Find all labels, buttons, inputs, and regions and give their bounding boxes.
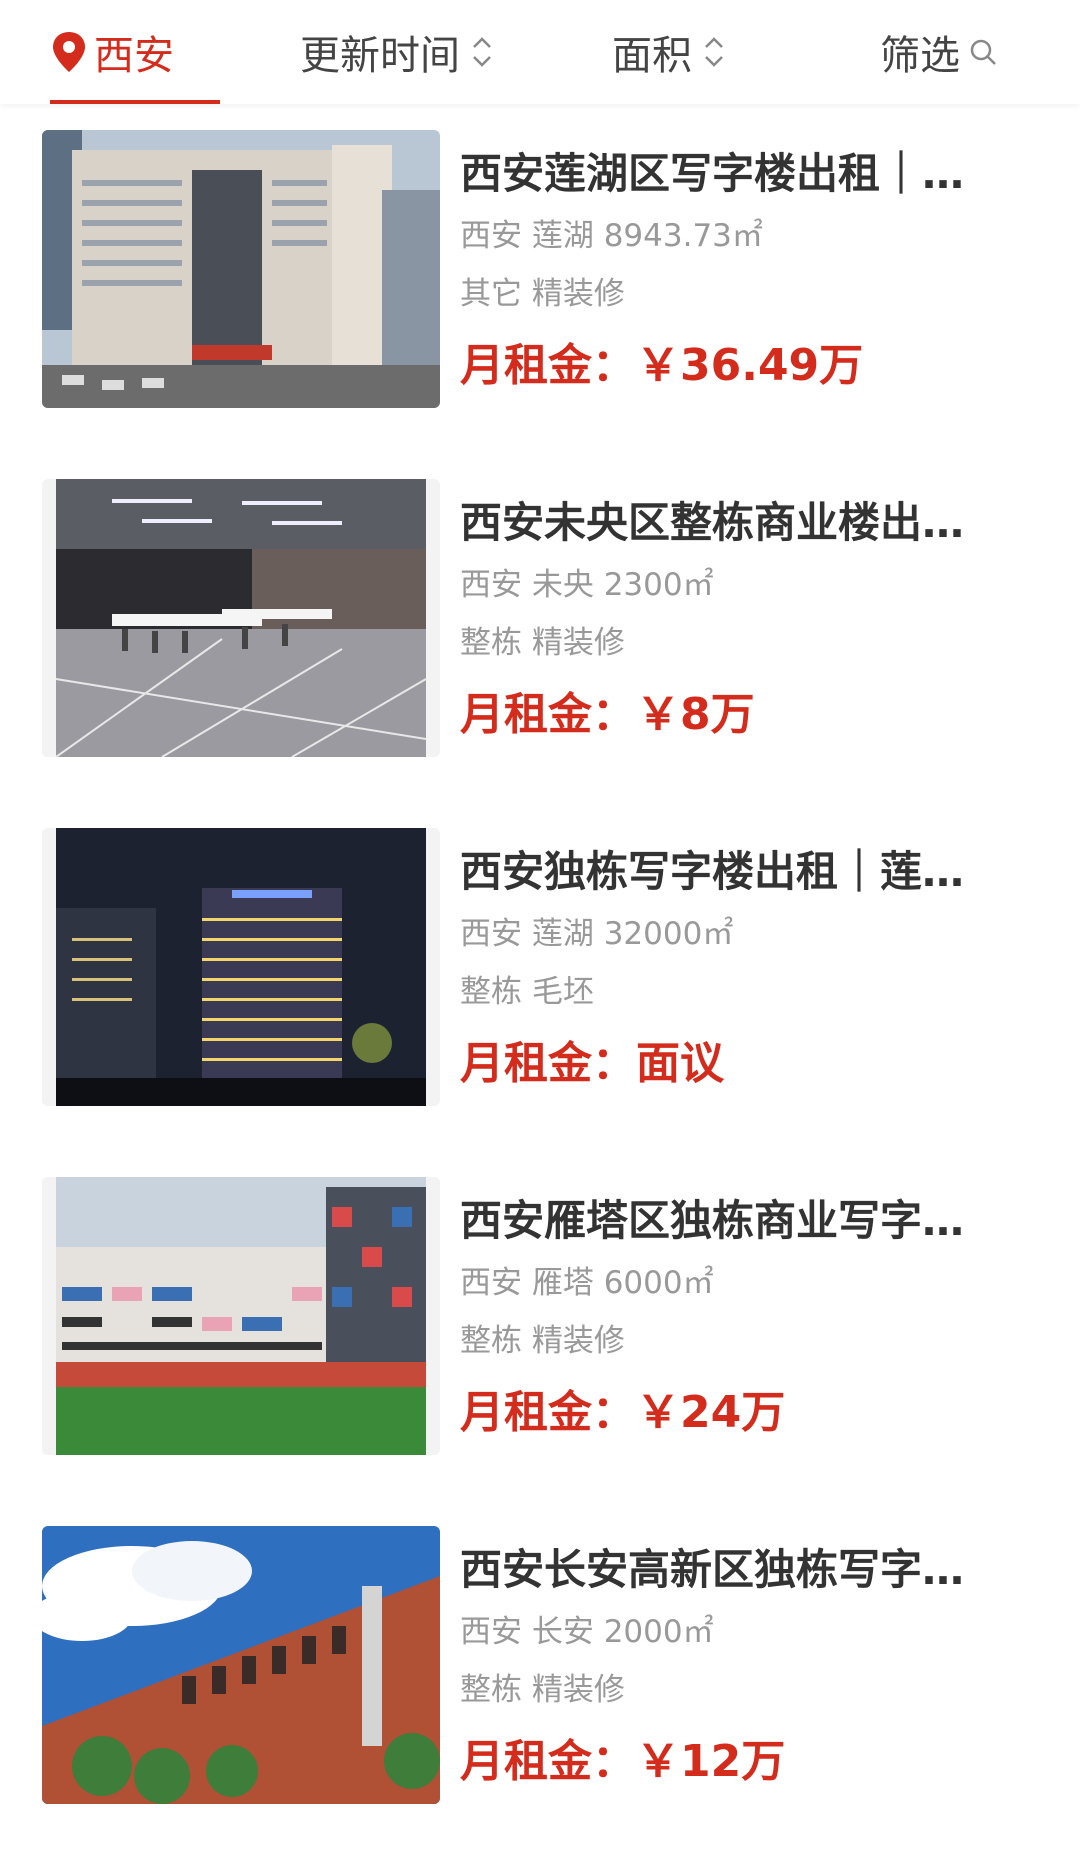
listing-location-area: 西安 莲湖 32000㎡	[460, 916, 734, 952]
listing-price: 月租金：面议	[460, 1036, 1020, 1092]
listing-card[interactable]: 西安长安高新区独栋写字… 西安 长安 2000㎡ 整栋 精装修 月租金：￥12万	[0, 1526, 1080, 1875]
listing-card[interactable]: 西安莲湖区写字楼出租｜… 西安 莲湖 8943.73㎡ 其它 精装修 月租金：￥…	[0, 130, 1080, 479]
listing-photo	[42, 1177, 440, 1455]
sort-time-label: 更新时间	[300, 33, 460, 79]
price-prefix: 月租金：	[460, 340, 636, 391]
listing-photo	[42, 828, 440, 1106]
listing-tags: 其它 精装修	[460, 276, 625, 312]
price-value: ￥8万	[636, 689, 755, 740]
price-prefix: 月租金：	[460, 1038, 636, 1089]
location-pin-icon	[53, 32, 85, 72]
sort-arrows-icon	[473, 37, 491, 67]
listing-photo	[42, 1526, 440, 1804]
sort-by-area[interactable]: 面积	[612, 0, 726, 104]
listing-price: 月租金：￥36.49万	[460, 338, 1020, 394]
price-value: ￥12万	[636, 1736, 786, 1787]
listing-location-area: 西安 莲湖 8943.73㎡	[460, 218, 763, 254]
active-tab-indicator	[50, 100, 220, 104]
filter-button[interactable]: 筛选	[880, 0, 998, 104]
listing-location-area: 西安 雁塔 6000㎡	[460, 1265, 714, 1301]
listing-tags: 整栋 精装修	[460, 1672, 625, 1708]
listing-price: 月租金：￥12万	[460, 1734, 1020, 1790]
price-value: 面议	[636, 1038, 724, 1089]
listing-location-area: 西安 长安 2000㎡	[460, 1614, 714, 1650]
listing-location-area: 西安 未央 2300㎡	[460, 567, 714, 603]
filter-label: 筛选	[880, 33, 960, 79]
city-selector[interactable]: 西安	[50, 0, 220, 104]
listing-tags: 整栋 精装修	[460, 625, 625, 661]
listing-tags: 整栋 精装修	[460, 1323, 625, 1359]
listing-title: 西安未央区整栋商业楼出…	[460, 498, 965, 547]
listing-card[interactable]: 西安未央区整栋商业楼出… 西安 未央 2300㎡ 整栋 精装修 月租金：￥8万	[0, 479, 1080, 828]
price-value: ￥24万	[636, 1387, 786, 1438]
listing-price: 月租金：￥8万	[460, 687, 1020, 743]
city-label: 西安	[94, 33, 174, 79]
price-value: ￥36.49万	[636, 340, 864, 391]
listing-list: 西安莲湖区写字楼出租｜… 西安 莲湖 8943.73㎡ 其它 精装修 月租金：￥…	[0, 130, 1080, 1875]
price-prefix: 月租金：	[460, 1736, 636, 1787]
search-icon	[970, 39, 996, 65]
listing-tags: 整栋 毛坯	[460, 974, 594, 1010]
listing-photo	[42, 130, 440, 408]
price-prefix: 月租金：	[460, 1387, 636, 1438]
listing-card[interactable]: 西安独栋写字楼出租｜莲… 西安 莲湖 32000㎡ 整栋 毛坯 月租金：面议	[0, 828, 1080, 1177]
listing-price: 月租金：￥24万	[460, 1385, 1020, 1441]
price-prefix: 月租金：	[460, 689, 636, 740]
sort-area-label: 面积	[612, 33, 692, 79]
listing-title: 西安莲湖区写字楼出租｜…	[460, 149, 965, 198]
listing-title: 西安长安高新区独栋写字…	[460, 1545, 965, 1594]
listing-title: 西安雁塔区独栋商业写字…	[460, 1196, 965, 1245]
listing-title: 西安独栋写字楼出租｜莲…	[460, 847, 965, 896]
listing-photo	[42, 479, 440, 757]
sort-arrows-icon	[705, 37, 723, 67]
filter-bar: 西安 更新时间 面积 筛选	[0, 0, 1080, 104]
sort-by-update-time[interactable]: 更新时间	[300, 0, 494, 104]
listing-card[interactable]: 西安雁塔区独栋商业写字… 西安 雁塔 6000㎡ 整栋 精装修 月租金：￥24万	[0, 1177, 1080, 1526]
